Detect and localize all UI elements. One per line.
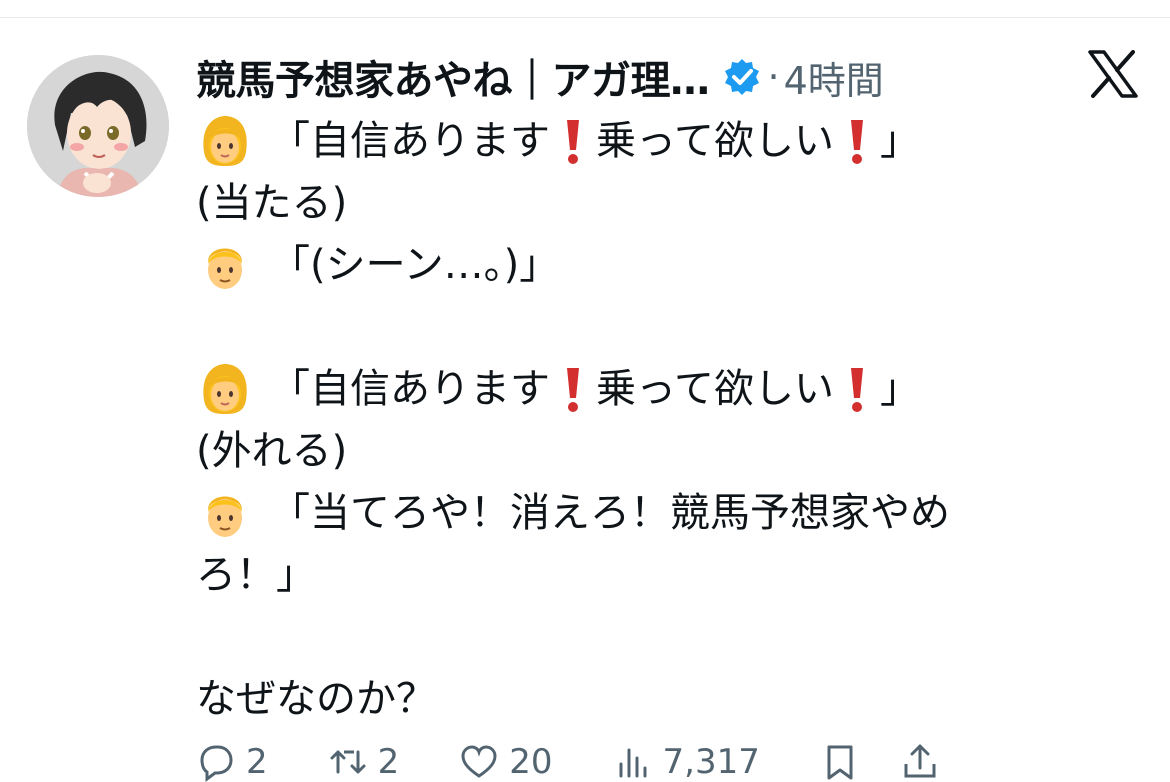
woman-emoji xyxy=(196,112,254,170)
line-text: (当たる) xyxy=(196,180,348,226)
reply-icon xyxy=(200,745,233,782)
retweet-button[interactable]: 2 xyxy=(328,742,400,782)
reply-button[interactable]: 2 xyxy=(196,742,268,782)
author-avatar[interactable] xyxy=(27,55,169,197)
red-exclamation-emoji xyxy=(844,116,870,166)
x-logo-icon[interactable] xyxy=(1087,50,1139,98)
author-name[interactable]: 競馬予想家あやね｜アガ理… xyxy=(196,48,710,106)
views-button[interactable]: 7,317 xyxy=(613,742,760,782)
line-text: 」 xyxy=(880,118,920,164)
post-line: 「自信あります 乗って欲しい 」 xyxy=(196,110,1136,172)
bookmark-icon xyxy=(827,745,853,780)
avatar-illustration xyxy=(27,55,169,197)
views-icon xyxy=(619,748,647,778)
woman-emoji xyxy=(196,360,254,418)
line-text: ろ！」 xyxy=(196,552,316,598)
line-text: 「当てろや！消えろ！競馬予想家やめ xyxy=(270,490,950,536)
like-button[interactable]: 20 xyxy=(459,742,553,782)
man-emoji xyxy=(196,484,254,542)
line-text: 乗って欲しい xyxy=(596,366,834,412)
time-separator: · xyxy=(767,55,780,99)
heart-icon xyxy=(461,745,497,778)
line-text: なぜなのか？ xyxy=(196,676,436,722)
post-time[interactable]: 4時間 xyxy=(784,50,884,105)
share-button[interactable] xyxy=(900,742,940,782)
red-exclamation-emoji xyxy=(560,364,586,414)
post-line: (当たる) xyxy=(196,172,1136,234)
line-text: 「自信あります xyxy=(270,118,550,164)
line-text: (外れる) xyxy=(196,428,348,474)
share-icon xyxy=(904,744,936,778)
views-count: 7,317 xyxy=(662,742,760,782)
red-exclamation-emoji xyxy=(844,364,870,414)
post-line: 「当てろや！消えろ！競馬予想家やめ xyxy=(196,482,1136,544)
retweet-count: 2 xyxy=(377,742,400,782)
post-line: なぜなのか？ xyxy=(196,668,1136,730)
verified-badge-icon xyxy=(722,57,762,97)
retweet-icon xyxy=(330,750,366,774)
like-count: 20 xyxy=(509,742,553,782)
action-bar: 2 2 20 7,317 xyxy=(196,742,1156,782)
line-text: 「(シーン…。)」 xyxy=(270,242,560,288)
post-line: (外れる) xyxy=(196,420,1136,482)
man-emoji xyxy=(196,236,254,294)
line-text: 「自信あります xyxy=(270,366,550,412)
bookmark-button[interactable] xyxy=(820,742,860,782)
line-text: 乗って欲しい xyxy=(596,118,834,164)
reply-count: 2 xyxy=(246,742,268,782)
post-line: 「自信あります 乗って欲しい 」 xyxy=(196,358,1136,420)
top-divider xyxy=(0,17,1170,18)
line-text: 」 xyxy=(880,366,920,412)
post-text: 「自信あります 乗って欲しい 」 (当たる) 「(シーン…。)」 「自信あります… xyxy=(196,110,1136,730)
post-header: 競馬予想家あやね｜アガ理… · 4時間 xyxy=(196,50,884,104)
post-line: ろ！」 xyxy=(196,544,1136,606)
red-exclamation-emoji xyxy=(560,116,586,166)
post-line: 「(シーン…。)」 xyxy=(196,234,1136,296)
